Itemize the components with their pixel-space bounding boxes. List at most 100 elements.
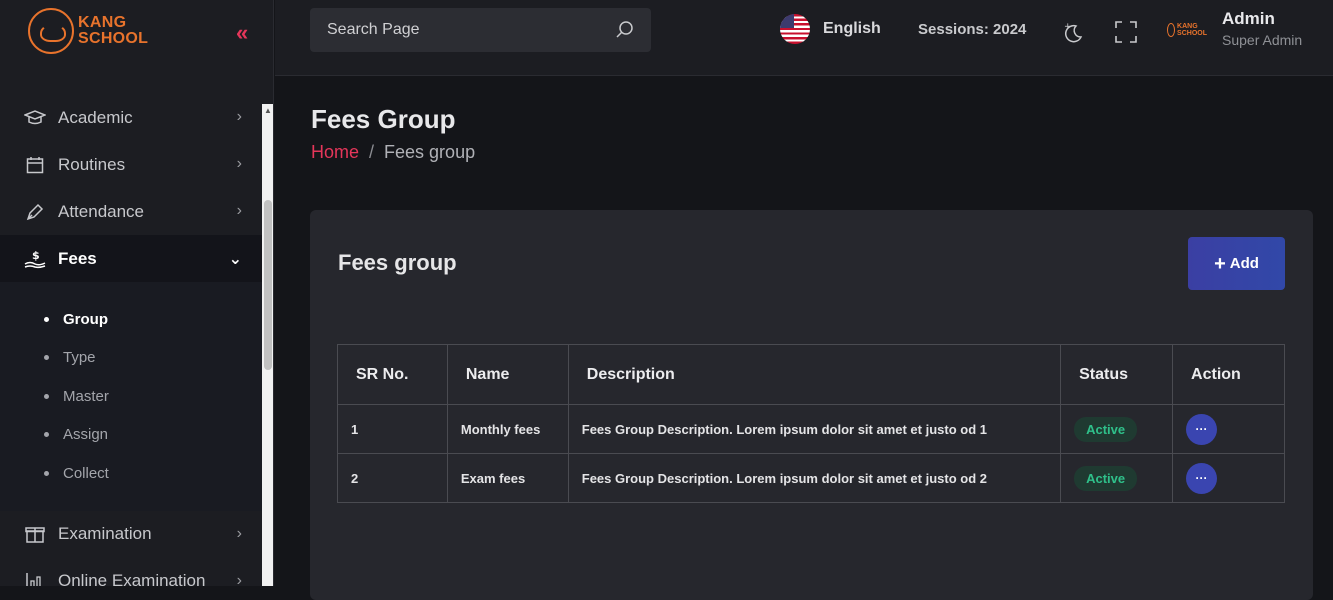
breadcrumb-separator: / — [369, 142, 375, 162]
cell-name: Monthly fees — [446, 404, 569, 454]
cell-description: Fees Group Description. Lorem ipsum dolo… — [567, 404, 1062, 454]
submenu-item-label: Collect — [63, 464, 109, 482]
avatar-brand-text: KANG SCHOOL — [1177, 23, 1207, 37]
row-actions-button[interactable]: ··· — [1186, 462, 1218, 494]
table-row: 2 Exam fees Fees Group Description. Lore… — [337, 453, 1285, 503]
chevron-right-icon: › — [236, 202, 242, 219]
money-hand-icon: $ — [24, 249, 46, 269]
avatar-brand-line-2: SCHOOL — [1177, 30, 1207, 37]
brand-logo[interactable]: KANG SCHOOL — [28, 8, 148, 54]
chevron-down-icon: ⌄ — [228, 251, 242, 268]
sidebar-item-routines[interactable]: Routines › — [0, 141, 262, 188]
svg-text:$: $ — [32, 249, 40, 262]
submenu-item-type[interactable]: Type — [0, 339, 262, 378]
cell-name: Exam fees — [446, 453, 569, 503]
table-header-row: SR No. Name Description Status Action — [337, 344, 1285, 405]
fees-group-table: SR No. Name Description Status Action 1 … — [337, 344, 1285, 503]
breadcrumb-home-link[interactable]: Home — [311, 142, 359, 163]
breadcrumb: Home / Fees group — [311, 142, 475, 163]
cell-sr: 1 — [337, 404, 448, 454]
sidebar-item-label: Online Examination — [58, 571, 206, 586]
brand-line-1: KANG — [78, 14, 127, 31]
bullet-icon — [44, 393, 49, 399]
sidebar-item-academic[interactable]: Academic › — [0, 94, 262, 141]
column-header-status: Status — [1060, 344, 1174, 405]
column-header-name: Name — [446, 344, 569, 405]
sidebar: KANG SCHOOL « Academic › Routines › Atte… — [0, 0, 274, 586]
sidebar-scrollbar[interactable]: ▲ — [262, 104, 273, 586]
sidebar-item-fees[interactable]: $ Fees ⌄ — [0, 235, 262, 282]
submenu-item-master[interactable]: Master — [0, 377, 262, 416]
pen-icon — [24, 202, 46, 222]
submenu-item-label: Type — [63, 349, 96, 367]
breadcrumb-current: Fees group — [384, 142, 476, 162]
column-header-description: Description — [567, 344, 1062, 405]
search-input[interactable] — [310, 21, 600, 39]
session-label: Sessions: 2024 — [918, 21, 1027, 38]
cell-sr: 2 — [337, 453, 448, 503]
submenu-item-label: Assign — [63, 426, 109, 444]
sidebar-item-label: Fees — [58, 248, 97, 268]
sidebar-item-online-examination[interactable]: Online Examination › — [0, 558, 262, 587]
language-label: English — [823, 20, 881, 37]
brand-name: KANG SCHOOL — [78, 15, 148, 47]
sidebar-menu: Academic › Routines › Attendance › $ Fee… — [0, 94, 262, 586]
user-avatar[interactable]: KANG SCHOOL — [1167, 18, 1207, 42]
cell-description: Fees Group Description. Lorem ipsum dolo… — [567, 453, 1062, 503]
page-title: Fees Group — [311, 104, 456, 134]
submenu-item-group[interactable]: Group — [0, 300, 262, 339]
bullet-icon — [44, 355, 49, 361]
kangaroo-logo-icon — [1167, 23, 1176, 37]
add-button-label: Add — [1229, 255, 1259, 272]
bullet-icon — [44, 316, 49, 322]
scroll-up-arrow-icon[interactable]: ▲ — [262, 104, 273, 118]
cell-action: ··· — [1172, 453, 1285, 503]
graduation-cap-icon — [24, 108, 46, 128]
column-header-action: Action — [1172, 344, 1285, 405]
search-box — [310, 8, 651, 52]
chevron-right-icon: › — [236, 155, 242, 172]
submenu-item-label: Group — [63, 310, 108, 328]
calendar-icon — [24, 155, 46, 175]
scrollbar-thumb[interactable] — [264, 200, 272, 370]
cell-status: Active — [1060, 404, 1174, 454]
avatar-brand-line-1: KANG — [1177, 23, 1198, 30]
submenu-item-collect[interactable]: Collect — [0, 454, 262, 493]
sidebar-item-examination[interactable]: Examination › — [0, 511, 262, 558]
sidebar-item-label: Routines — [58, 154, 126, 174]
submenu-item-assign[interactable]: Assign — [0, 416, 262, 455]
chart-icon — [24, 571, 46, 586]
user-role: Super Admin — [1222, 32, 1303, 48]
cell-status: Active — [1060, 453, 1174, 503]
plus-icon: + — [1214, 252, 1226, 275]
status-badge: Active — [1074, 465, 1138, 491]
chevron-right-icon: › — [236, 108, 242, 125]
add-button[interactable]: + Add — [1188, 237, 1285, 290]
search-icon[interactable] — [615, 20, 635, 45]
kangaroo-logo-icon — [28, 8, 74, 54]
table-row: 1 Monthly fees Fees Group Description. L… — [337, 404, 1285, 454]
sidebar-item-label: Attendance — [58, 201, 145, 221]
column-header-sr: SR No. — [337, 344, 448, 405]
card-title: Fees group — [338, 250, 457, 275]
submenu-item-label: Master — [63, 387, 109, 405]
dark-mode-toggle-icon[interactable]: + — [1061, 20, 1085, 44]
us-flag-icon — [780, 14, 810, 44]
language-selector[interactable]: English — [780, 14, 881, 44]
status-badge: Active — [1074, 416, 1138, 442]
row-actions-button[interactable]: ··· — [1186, 413, 1218, 445]
cell-action: ··· — [1172, 404, 1285, 454]
sidebar-item-label: Academic — [58, 107, 133, 127]
topbar: English Sessions: 2024 + KANG SCHOOL Adm… — [275, 0, 1333, 76]
user-name[interactable]: Admin — [1222, 9, 1275, 29]
fees-submenu: Group Type Master Assign Collect — [0, 282, 262, 511]
sidebar-item-label: Examination — [58, 524, 152, 543]
bullet-icon — [44, 470, 49, 476]
fees-group-card: Fees group + Add SR No. Name Description… — [310, 210, 1313, 600]
sidebar-item-attendance[interactable]: Attendance › — [0, 188, 262, 235]
collapse-sidebar-button[interactable]: « — [236, 22, 248, 44]
gift-box-icon — [24, 524, 46, 544]
chevron-right-icon: › — [236, 571, 242, 587]
fullscreen-icon[interactable] — [1114, 20, 1138, 44]
bullet-icon — [44, 432, 49, 438]
